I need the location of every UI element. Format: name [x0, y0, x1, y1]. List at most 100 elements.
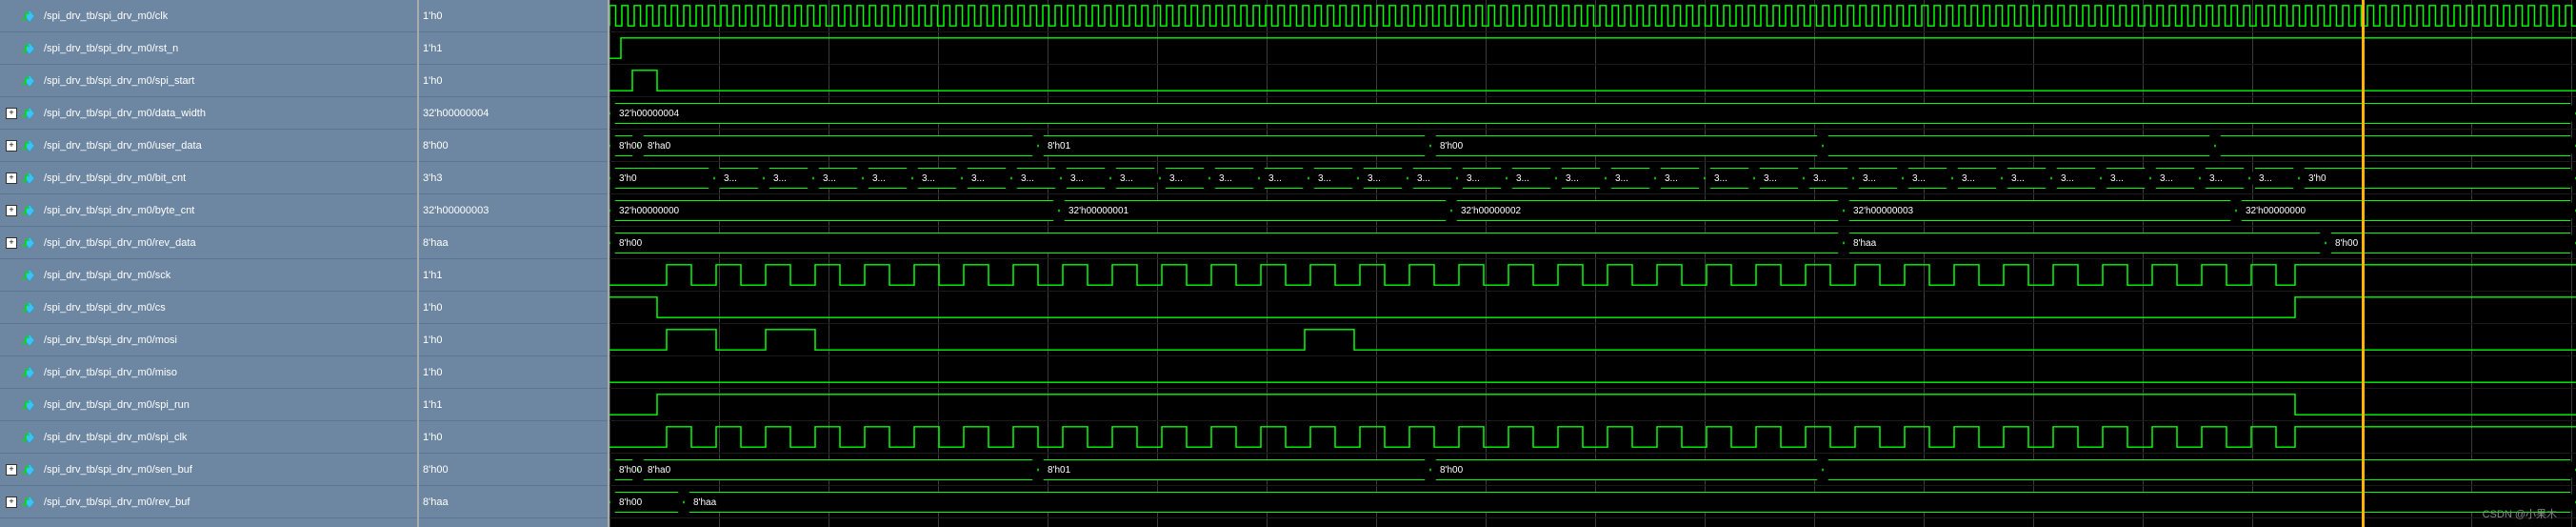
waveform-row[interactable]: [609, 0, 2576, 32]
bus-label: 3...: [922, 168, 935, 189]
waveform-row[interactable]: 8'h008'ha08'h018'h00: [609, 454, 2576, 486]
bus-segment: [1823, 135, 2215, 156]
signal-value-row[interactable]: 1'h0: [419, 0, 608, 32]
signal-wave-icon: [21, 366, 38, 379]
signal-name-row[interactable]: +/spi_drv_tb/spi_drv_m0/bit_cnt: [0, 162, 417, 194]
signal-name-row[interactable]: /spi_drv_tb/spi_drv_m0/sck: [0, 259, 417, 292]
signal-value-row[interactable]: 1'h1: [419, 259, 608, 292]
waveform-row[interactable]: 32'h0000000032'h0000000132'h0000000232'h…: [609, 194, 2576, 227]
bus-label: 3...: [2209, 168, 2223, 189]
signal-value-label: 1'h0: [423, 10, 442, 22]
wave-viewer: /spi_drv_tb/spi_drv_m0/clk/spi_drv_tb/sp…: [0, 0, 2576, 527]
signal-name-row[interactable]: +/spi_drv_tb/spi_drv_m0/sen_buf: [0, 454, 417, 486]
signal-value-row[interactable]: 8'haa: [419, 227, 608, 259]
bus-label: 32'h00000001: [1068, 200, 1128, 221]
signal-name-label: /spi_drv_tb/spi_drv_m0/spi_start: [44, 75, 194, 87]
bus-segment: 3...: [1804, 168, 1853, 189]
expand-toggle[interactable]: +: [6, 140, 17, 152]
signal-value-row[interactable]: 32'h00000003: [419, 194, 608, 227]
signal-value-row[interactable]: 1'h1: [419, 389, 608, 421]
signal-wave-icon: [21, 236, 38, 250]
waveform-row[interactable]: [609, 356, 2576, 389]
expand-toggle[interactable]: +: [6, 497, 17, 508]
bus-segment: 3...: [962, 168, 1011, 189]
bus-segment: 32'h00000000: [2236, 200, 2576, 221]
signal-name-row[interactable]: /spi_drv_tb/spi_drv_m0/cs: [0, 292, 417, 324]
signal-value-row[interactable]: 8'haa: [419, 486, 608, 518]
bus-label: 8'haa: [693, 492, 716, 513]
waveform-row[interactable]: 8'h008'haa8'h00: [609, 227, 2576, 259]
signal-name-label: /spi_drv_tb/spi_drv_m0/spi_clk: [44, 432, 187, 443]
waveform-row[interactable]: [609, 292, 2576, 324]
signal-name-row[interactable]: /spi_drv_tb/spi_drv_m0/spi_run: [0, 389, 417, 421]
waveform-row[interactable]: [609, 389, 2576, 421]
signal-name-label: /spi_drv_tb/spi_drv_m0/spi_run: [44, 399, 190, 411]
bus-label: 3...: [1021, 168, 1034, 189]
signal-value-row[interactable]: 1'h0: [419, 324, 608, 356]
signal-name-row[interactable]: +/spi_drv_tb/spi_drv_m0/rev_buf: [0, 486, 417, 518]
waveform-row[interactable]: [609, 65, 2576, 97]
expand-toggle[interactable]: +: [6, 108, 17, 119]
waveform-row[interactable]: [609, 324, 2576, 356]
signal-names-pane[interactable]: /spi_drv_tb/spi_drv_m0/clk/spi_drv_tb/sp…: [0, 0, 419, 527]
signal-value-row[interactable]: 1'h0: [419, 421, 608, 454]
waveform-row[interactable]: 32'h00000004: [609, 97, 2576, 130]
watermark: CSDN @小果木: [2483, 506, 2557, 521]
signal-value-row[interactable]: 1'h0: [419, 292, 608, 324]
signal-name-row[interactable]: + /spi_drv_tb/spi_drv_m0/rev_data: [0, 227, 417, 259]
expand-toggle[interactable]: +: [6, 237, 17, 249]
signal-name-row[interactable]: /spi_drv_tb/spi_drv_m0/miso: [0, 356, 417, 389]
signal-name-row[interactable]: +/spi_drv_tb/spi_drv_m0/user_data: [0, 130, 417, 162]
signal-value-row[interactable]: 1'h1: [419, 32, 608, 65]
waveform-pane[interactable]: 32'h000000048'h008'ha08'h018'h003'h03...…: [609, 0, 2576, 527]
waveform-row[interactable]: [609, 259, 2576, 292]
signal-value-row[interactable]: 32'h00000004: [419, 97, 608, 130]
waveform-row[interactable]: 3'h03...3...3...3...3...3...3...3...3...…: [609, 162, 2576, 194]
bus-segment: 3...: [2002, 168, 2051, 189]
bus-segment: 8'ha0: [638, 459, 1038, 480]
signal-name-label: /spi_drv_tb/spi_drv_m0/rev_data: [44, 237, 196, 249]
signal-wave-icon: [21, 42, 38, 55]
bus-segment: 3...: [1358, 168, 1408, 189]
signal-value-row[interactable]: 1'h0: [419, 65, 608, 97]
bus-segment: 3...: [1655, 168, 1705, 189]
bus-segment: 8'h01: [1038, 135, 1430, 156]
bus-label: 3...: [1962, 168, 1975, 189]
bus-segment: 3...: [2150, 168, 2200, 189]
signal-name-row[interactable]: /spi_drv_tb/spi_drv_m0/rst_n: [0, 32, 417, 65]
signal-name-row[interactable]: /spi_drv_tb/spi_drv_m0/spi_start: [0, 65, 417, 97]
signal-value-row[interactable]: 8'h00: [419, 130, 608, 162]
expand-toggle[interactable]: +: [6, 464, 17, 476]
signal-wave-icon: [21, 431, 38, 444]
bus-label: 32'h00000000: [2246, 200, 2306, 221]
waveform-row[interactable]: 8'h008'haa: [609, 486, 2576, 518]
signal-value-label: 8'h00: [423, 464, 449, 476]
signal-name-row[interactable]: /spi_drv_tb/spi_drv_m0/spi_clk: [0, 421, 417, 454]
time-cursor[interactable]: [2362, 0, 2365, 527]
expand-toggle[interactable]: +: [6, 205, 17, 216]
signal-value-label: 32'h00000003: [423, 205, 489, 216]
bus-label: 8'h00: [619, 459, 642, 480]
bus-label: 3...: [823, 168, 836, 189]
signal-name-row[interactable]: +/spi_drv_tb/spi_drv_m0/data_width: [0, 97, 417, 130]
bus-label: 3...: [1863, 168, 1876, 189]
waveform-row[interactable]: [609, 32, 2576, 65]
bus-segment: 8'h01: [1038, 459, 1430, 480]
signal-value-row[interactable]: 1'h0: [419, 356, 608, 389]
signal-value-label: 1'h0: [423, 302, 442, 314]
signal-values-pane[interactable]: 1'h01'h11'h032'h000000048'h003'h332'h000…: [419, 0, 609, 527]
signal-name-row[interactable]: /spi_drv_tb/spi_drv_m0/clk: [0, 0, 417, 32]
waveform-row[interactable]: [609, 421, 2576, 454]
bus-segment: 3...: [813, 168, 863, 189]
expand-toggle[interactable]: +: [6, 172, 17, 184]
signal-value-row[interactable]: 8'h00: [419, 454, 608, 486]
bus-label: 3...: [1467, 168, 1480, 189]
bus-label: 3...: [1417, 168, 1430, 189]
waveform-row[interactable]: 8'h008'ha08'h018'h00: [609, 130, 2576, 162]
bus-label: 3...: [1813, 168, 1827, 189]
bus-label: 3...: [1169, 168, 1183, 189]
signal-name-row[interactable]: +/spi_drv_tb/spi_drv_m0/byte_cnt: [0, 194, 417, 227]
bus-label: 8'h00: [2335, 233, 2358, 253]
signal-value-row[interactable]: 3'h3: [419, 162, 608, 194]
signal-name-row[interactable]: /spi_drv_tb/spi_drv_m0/mosi: [0, 324, 417, 356]
